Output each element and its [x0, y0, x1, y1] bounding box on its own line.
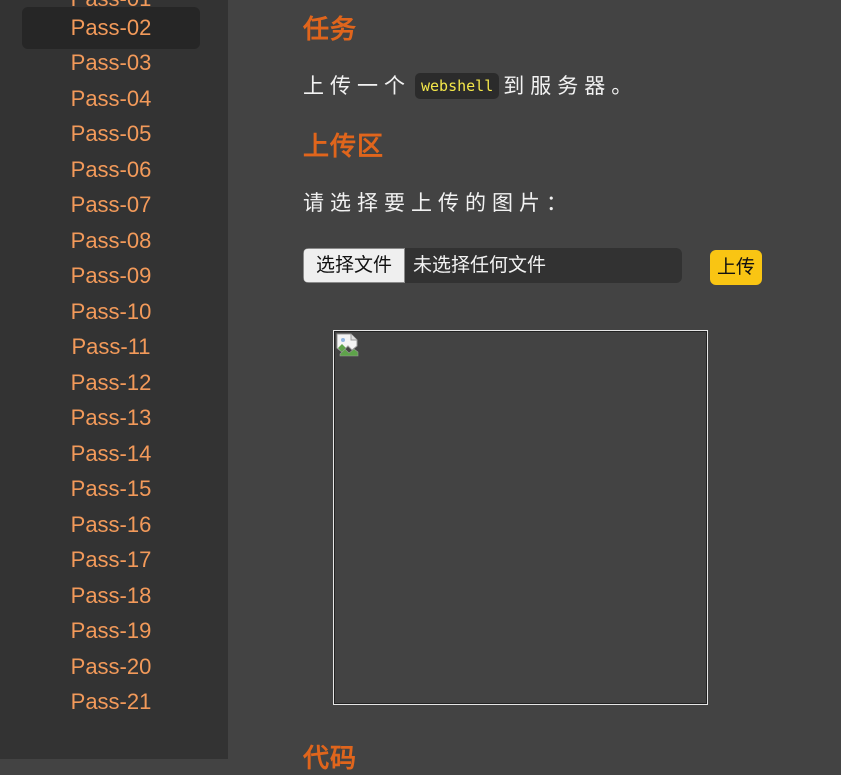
- upload-prompt: 请选择要上传的图片：: [303, 192, 573, 215]
- main-content: 任务 上传一个 webshell 到服务器。 上传区 请选择要上传的图片： 选择文件…: [228, 0, 841, 773]
- code-heading: 代码: [303, 743, 358, 773]
- sidebar-item-pass-21[interactable]: Pass-21: [22, 681, 200, 723]
- choose-file-button[interactable]: 选择文件: [303, 248, 405, 283]
- task-heading: 任务: [303, 14, 358, 44]
- upload-heading: 上传区: [303, 131, 385, 161]
- sidebar: Pass-01 Pass-02 Pass-03 Pass-04 Pass-05 …: [0, 0, 228, 759]
- task-description: 上传一个 webshell 到服务器。: [303, 70, 638, 100]
- broken-image-icon: [336, 333, 359, 357]
- task-text-before: 上传一个: [303, 75, 411, 98]
- webshell-code: webshell: [415, 73, 500, 99]
- image-preview: [333, 330, 708, 705]
- file-input[interactable]: 选择文件 未选择任何文件: [303, 248, 682, 283]
- upload-button[interactable]: 上传: [710, 250, 762, 285]
- file-status: 未选择任何文件: [413, 255, 547, 276]
- task-text-after: 到服务器。: [503, 75, 639, 98]
